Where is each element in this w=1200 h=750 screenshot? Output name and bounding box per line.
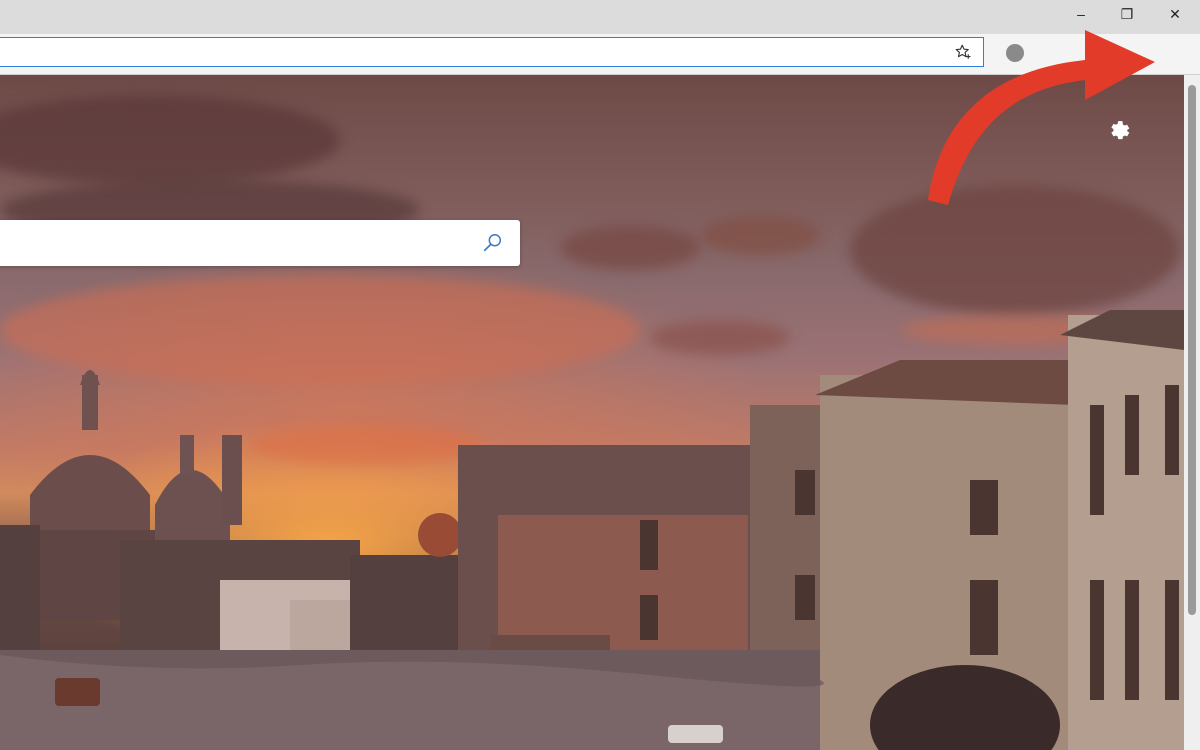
search-box[interactable]: [0, 220, 520, 266]
search-icon[interactable]: [480, 230, 506, 256]
address-bar[interactable]: [0, 37, 984, 67]
annotation-arrow-icon: [928, 30, 1155, 205]
